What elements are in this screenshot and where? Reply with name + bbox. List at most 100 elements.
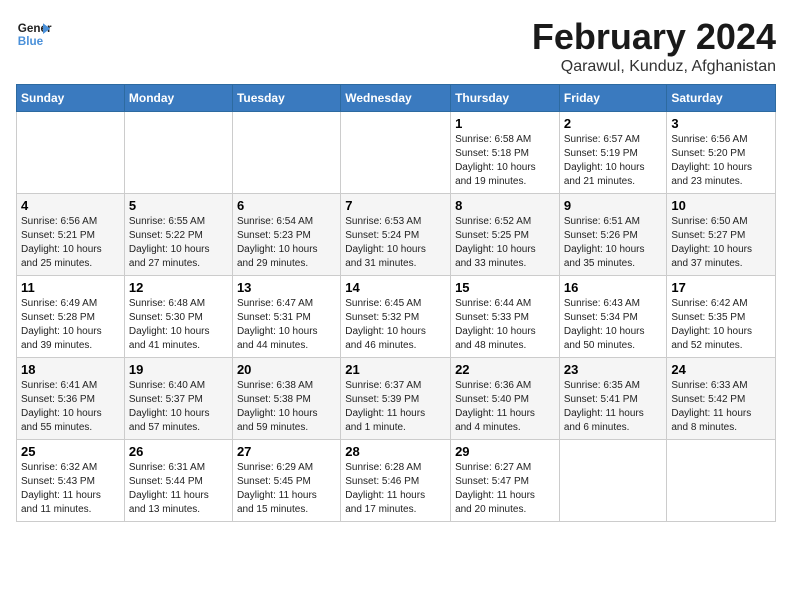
day-number: 28	[345, 444, 446, 459]
day-info: Sunrise: 6:35 AM Sunset: 5:41 PM Dayligh…	[564, 379, 663, 435]
calendar-cell: 26 Sunrise: 6:31 AM Sunset: 5:44 PM Dayli…	[124, 440, 232, 522]
day-number: 7	[345, 198, 446, 213]
day-number: 10	[671, 198, 771, 213]
day-number: 27	[237, 444, 336, 459]
day-number: 8	[455, 198, 555, 213]
calendar-day-header: Wednesday	[341, 85, 451, 112]
day-info: Sunrise: 6:28 AM Sunset: 5:46 PM Dayligh…	[345, 461, 446, 517]
day-number: 22	[455, 362, 555, 377]
day-info: Sunrise: 6:33 AM Sunset: 5:42 PM Dayligh…	[671, 379, 771, 435]
day-number: 2	[564, 116, 663, 131]
calendar-cell: 28 Sunrise: 6:28 AM Sunset: 5:46 PM Dayli…	[341, 440, 451, 522]
day-info: Sunrise: 6:47 AM Sunset: 5:31 PM Dayligh…	[237, 297, 336, 353]
calendar-cell: 15 Sunrise: 6:44 AM Sunset: 5:33 PM Dayli…	[451, 276, 560, 358]
calendar-day-header: Sunday	[17, 85, 125, 112]
day-number: 25	[21, 444, 120, 459]
calendar-cell: 5 Sunrise: 6:55 AM Sunset: 5:22 PM Daylig…	[124, 194, 232, 276]
day-info: Sunrise: 6:52 AM Sunset: 5:25 PM Dayligh…	[455, 215, 555, 271]
day-number: 1	[455, 116, 555, 131]
calendar-week-row: 4 Sunrise: 6:56 AM Sunset: 5:21 PM Daylig…	[17, 194, 776, 276]
calendar-cell	[17, 112, 125, 194]
day-info: Sunrise: 6:49 AM Sunset: 5:28 PM Dayligh…	[21, 297, 120, 353]
day-number: 5	[129, 198, 228, 213]
logo: General Blue	[16, 16, 52, 52]
calendar-week-row: 1 Sunrise: 6:58 AM Sunset: 5:18 PM Daylig…	[17, 112, 776, 194]
day-info: Sunrise: 6:51 AM Sunset: 5:26 PM Dayligh…	[564, 215, 663, 271]
calendar-cell: 18Sunrise: 6:41 AM Sunset: 5:36 PM Dayli…	[17, 358, 125, 440]
day-number: 21	[345, 362, 446, 377]
day-info: Sunrise: 6:36 AM Sunset: 5:40 PM Dayligh…	[455, 379, 555, 435]
calendar-cell: 10 Sunrise: 6:50 AM Sunset: 5:27 PM Dayli…	[667, 194, 776, 276]
calendar-cell	[341, 112, 451, 194]
day-number: 16	[564, 280, 663, 295]
calendar-cell: 21Sunrise: 6:37 AM Sunset: 5:39 PM Dayli…	[341, 358, 451, 440]
day-number: 4	[21, 198, 120, 213]
day-number: 9	[564, 198, 663, 213]
day-info: Sunrise: 6:32 AM Sunset: 5:43 PM Dayligh…	[21, 461, 120, 517]
calendar-cell: 7 Sunrise: 6:53 AM Sunset: 5:24 PM Daylig…	[341, 194, 451, 276]
day-number: 12	[129, 280, 228, 295]
calendar-week-row: 18Sunrise: 6:41 AM Sunset: 5:36 PM Dayli…	[17, 358, 776, 440]
day-info: Sunrise: 6:31 AM Sunset: 5:44 PM Dayligh…	[129, 461, 228, 517]
calendar-day-header: Tuesday	[232, 85, 340, 112]
day-info: Sunrise: 6:53 AM Sunset: 5:24 PM Dayligh…	[345, 215, 446, 271]
day-number: 24	[671, 362, 771, 377]
calendar-cell: 12 Sunrise: 6:48 AM Sunset: 5:30 PM Dayli…	[124, 276, 232, 358]
day-number: 3	[671, 116, 771, 131]
calendar-header-row: SundayMondayTuesdayWednesdayThursdayFrid…	[17, 85, 776, 112]
logo-icon: General Blue	[16, 16, 52, 52]
day-info: Sunrise: 6:56 AM Sunset: 5:21 PM Dayligh…	[21, 215, 120, 271]
calendar-cell: 6 Sunrise: 6:54 AM Sunset: 5:23 PM Daylig…	[232, 194, 340, 276]
day-number: 20	[237, 362, 336, 377]
day-info: Sunrise: 6:29 AM Sunset: 5:45 PM Dayligh…	[237, 461, 336, 517]
calendar-title: February 2024	[532, 16, 776, 58]
calendar-day-header: Monday	[124, 85, 232, 112]
day-number: 15	[455, 280, 555, 295]
calendar-subtitle: Qarawul, Kunduz, Afghanistan	[532, 58, 776, 76]
calendar-day-header: Thursday	[451, 85, 560, 112]
day-info: Sunrise: 6:43 AM Sunset: 5:34 PM Dayligh…	[564, 297, 663, 353]
day-info: Sunrise: 6:45 AM Sunset: 5:32 PM Dayligh…	[345, 297, 446, 353]
calendar-cell: 27 Sunrise: 6:29 AM Sunset: 5:45 PM Dayli…	[232, 440, 340, 522]
calendar-cell: 19Sunrise: 6:40 AM Sunset: 5:37 PM Dayli…	[124, 358, 232, 440]
calendar-cell	[232, 112, 340, 194]
day-info: Sunrise: 6:42 AM Sunset: 5:35 PM Dayligh…	[671, 297, 771, 353]
day-info: Sunrise: 6:44 AM Sunset: 5:33 PM Dayligh…	[455, 297, 555, 353]
day-number: 29	[455, 444, 555, 459]
calendar-cell: 14Sunrise: 6:45 AM Sunset: 5:32 PM Dayli…	[341, 276, 451, 358]
calendar-cell: 2 Sunrise: 6:57 AM Sunset: 5:19 PM Daylig…	[559, 112, 667, 194]
calendar-cell: 1 Sunrise: 6:58 AM Sunset: 5:18 PM Daylig…	[451, 112, 560, 194]
calendar-day-header: Saturday	[667, 85, 776, 112]
day-info: Sunrise: 6:58 AM Sunset: 5:18 PM Dayligh…	[455, 133, 555, 189]
calendar-week-row: 25 Sunrise: 6:32 AM Sunset: 5:43 PM Dayli…	[17, 440, 776, 522]
header: General Blue February 2024 Qarawul, Kund…	[16, 16, 776, 76]
calendar-day-header: Friday	[559, 85, 667, 112]
day-number: 11	[21, 280, 120, 295]
calendar-cell	[667, 440, 776, 522]
day-info: Sunrise: 6:55 AM Sunset: 5:22 PM Dayligh…	[129, 215, 228, 271]
calendar-cell: 13 Sunrise: 6:47 AM Sunset: 5:31 PM Dayli…	[232, 276, 340, 358]
calendar-cell: 9 Sunrise: 6:51 AM Sunset: 5:26 PM Daylig…	[559, 194, 667, 276]
calendar-cell: 23 Sunrise: 6:35 AM Sunset: 5:41 PM Dayli…	[559, 358, 667, 440]
day-number: 23	[564, 362, 663, 377]
day-info: Sunrise: 6:27 AM Sunset: 5:47 PM Dayligh…	[455, 461, 555, 517]
day-info: Sunrise: 6:56 AM Sunset: 5:20 PM Dayligh…	[671, 133, 771, 189]
svg-text:Blue: Blue	[18, 35, 44, 48]
calendar-cell: 11 Sunrise: 6:49 AM Sunset: 5:28 PM Dayli…	[17, 276, 125, 358]
day-info: Sunrise: 6:54 AM Sunset: 5:23 PM Dayligh…	[237, 215, 336, 271]
day-number: 19	[129, 362, 228, 377]
calendar-cell: 3 Sunrise: 6:56 AM Sunset: 5:20 PM Daylig…	[667, 112, 776, 194]
day-info: Sunrise: 6:38 AM Sunset: 5:38 PM Dayligh…	[237, 379, 336, 435]
day-number: 17	[671, 280, 771, 295]
calendar-cell: 16 Sunrise: 6:43 AM Sunset: 5:34 PM Dayli…	[559, 276, 667, 358]
day-info: Sunrise: 6:41 AM Sunset: 5:36 PM Dayligh…	[21, 379, 120, 435]
day-number: 6	[237, 198, 336, 213]
day-info: Sunrise: 6:48 AM Sunset: 5:30 PM Dayligh…	[129, 297, 228, 353]
day-number: 13	[237, 280, 336, 295]
day-number: 26	[129, 444, 228, 459]
calendar-cell: 20 Sunrise: 6:38 AM Sunset: 5:38 PM Dayli…	[232, 358, 340, 440]
calendar-cell: 17 Sunrise: 6:42 AM Sunset: 5:35 PM Dayli…	[667, 276, 776, 358]
calendar-table: SundayMondayTuesdayWednesdayThursdayFrid…	[16, 84, 776, 522]
day-info: Sunrise: 6:50 AM Sunset: 5:27 PM Dayligh…	[671, 215, 771, 271]
day-info: Sunrise: 6:57 AM Sunset: 5:19 PM Dayligh…	[564, 133, 663, 189]
